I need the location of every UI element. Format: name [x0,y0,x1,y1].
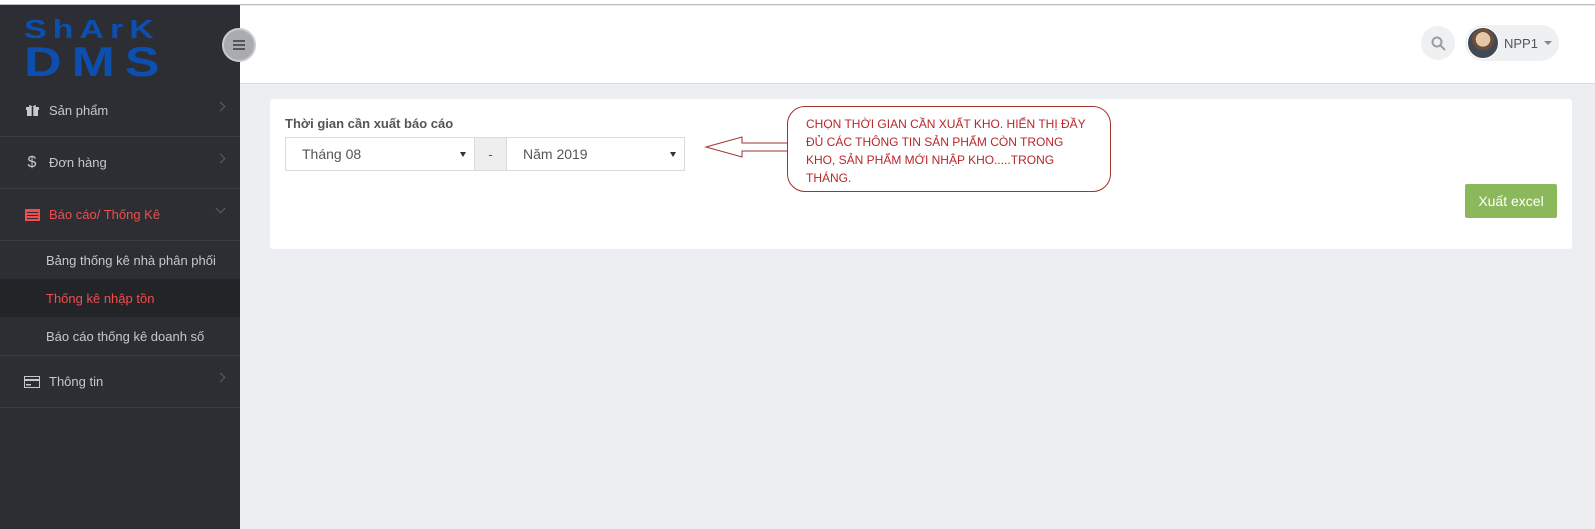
search-button[interactable] [1421,26,1455,60]
report-icon [24,208,40,222]
sidebar-submenu: Bảng thống kê nhà phân phối Thống kê nhậ… [0,241,240,356]
submenu-item-thong-ke-nhap-ton[interactable]: Thống kê nhập tồn [0,279,240,317]
sidebar-item-bao-cao[interactable]: Báo cáo/ Thống Kê [0,189,240,241]
callout-arrow [704,136,790,158]
sidebar-nav: Sản phẩm $ Đơn hàng Báo cáo/ Thống Kê Bả… [0,85,240,408]
sidebar-item-san-pham[interactable]: Sản phẩm [0,85,240,137]
sidebar: ShArK DMS Sản phẩm $ Đơn hàng Báo cáo/ T… [0,5,240,529]
sidebar-item-label: Đơn hàng [49,155,107,170]
gift-icon [24,104,40,118]
sidebar-item-don-hang[interactable]: $ Đơn hàng [0,137,240,189]
brand-logo[interactable]: ShArK DMS [0,5,240,85]
year-select-value: Năm 2019 [523,146,588,162]
report-period-label: Thời gian cần xuất báo cáo [285,116,454,131]
range-separator: - [475,137,506,171]
chevron-down-icon [215,203,226,214]
year-select[interactable]: Năm 2019 [506,137,685,171]
month-select[interactable]: Tháng 08 [285,137,475,171]
caret-down-icon [460,152,466,157]
chevron-right-icon [215,372,226,383]
hamburger-icon [233,44,245,46]
chevron-right-icon [215,153,226,164]
logo-wordmark-dms: DMS [24,39,170,86]
export-excel-button[interactable]: Xuất excel [1465,184,1557,218]
chevron-right-icon [215,101,226,112]
caret-down-icon [1543,41,1552,45]
user-menu[interactable]: NPP1 [1465,25,1559,61]
card-icon [24,375,40,389]
top-header: NPP1 [240,6,1595,84]
caret-down-icon [670,152,676,157]
submenu-item-bang-thong-ke[interactable]: Bảng thống kê nhà phân phối [0,241,240,279]
user-name: NPP1 [1504,35,1538,51]
search-icon [1431,36,1446,51]
month-select-value: Tháng 08 [302,146,362,162]
instruction-callout: CHỌN THỜI GIAN CẦN XUẤT KHO. HIỂN THỊ ĐẦ… [787,106,1111,192]
sidebar-toggle-button[interactable] [222,28,256,62]
sidebar-item-label: Báo cáo/ Thống Kê [49,207,161,222]
dollar-icon: $ [27,153,37,171]
sidebar-item-label: Sản phẩm [49,103,109,118]
sidebar-item-thong-tin[interactable]: Thông tin [0,356,240,408]
avatar [1467,27,1499,59]
sidebar-item-label: Thông tin [49,374,104,389]
submenu-item-bao-cao-doanh-so[interactable]: Báo cáo thống kê doanh số [0,317,240,355]
